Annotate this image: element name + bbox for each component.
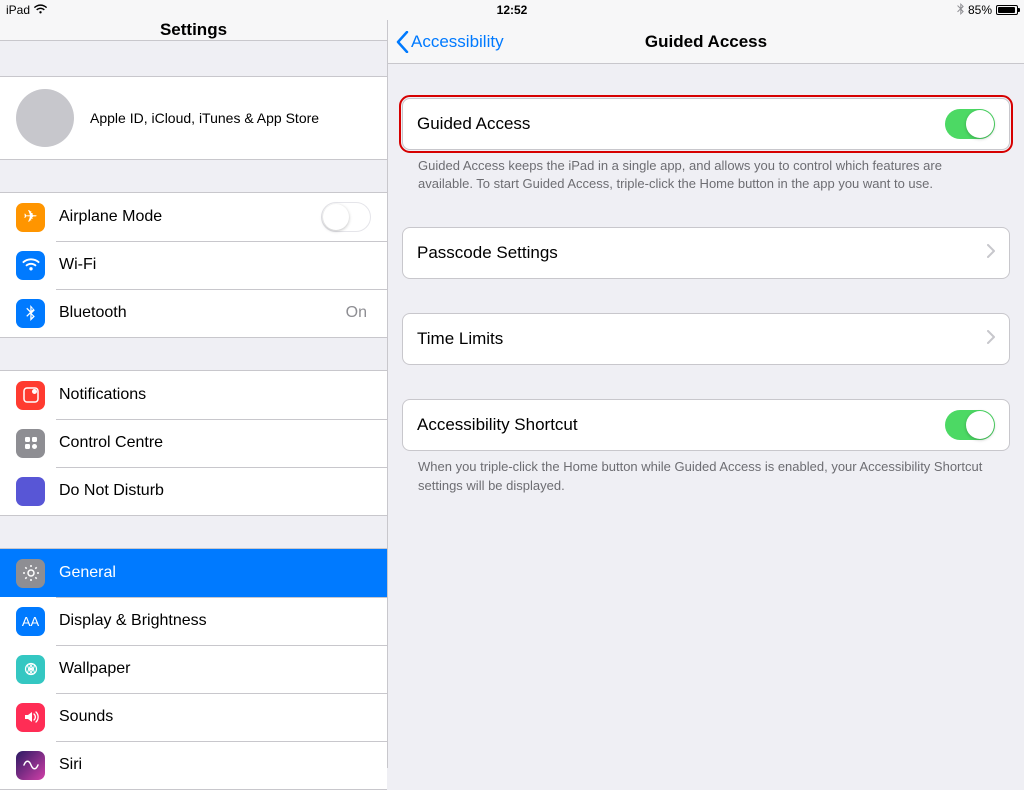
time-limits-label: Time Limits [417, 329, 987, 349]
wallpaper-icon [16, 655, 45, 684]
sidebar-title: Settings [0, 20, 387, 41]
display-icon: AA [16, 607, 45, 636]
guided-access-toggle[interactable] [945, 109, 995, 139]
sidebar-item-wallpaper[interactable]: Wallpaper [0, 645, 387, 693]
detail-pane: Accessibility Guided Access Guided Acces… [388, 20, 1024, 768]
page-title: Guided Access [645, 32, 767, 52]
guided-access-footer: Guided Access keeps the iPad in a single… [402, 150, 1010, 193]
device-label: iPad [6, 3, 30, 17]
sidebar-item-bluetooth[interactable]: Bluetooth On [0, 289, 387, 337]
airplane-label: Airplane Mode [59, 208, 321, 226]
avatar [16, 89, 74, 147]
profile-text: Apple ID, iCloud, iTunes & App Store [90, 110, 319, 126]
row-accessibility-shortcut[interactable]: Accessibility Shortcut [403, 400, 1009, 450]
sidebar-item-control-centre[interactable]: Control Centre [0, 419, 387, 467]
wifi-label: Wi-Fi [59, 256, 371, 274]
sidebar: Settings Apple ID, iCloud, iTunes & App … [0, 20, 388, 768]
passcode-group: Passcode Settings [402, 227, 1010, 279]
control-centre-icon [16, 429, 45, 458]
sidebar-item-sounds[interactable]: Sounds [0, 693, 387, 741]
row-passcode-settings[interactable]: Passcode Settings [403, 228, 1009, 278]
accessibility-shortcut-group: Accessibility Shortcut [402, 399, 1010, 451]
time-limits-group: Time Limits [402, 313, 1010, 365]
wifi-settings-icon [16, 251, 45, 280]
accessibility-shortcut-label: Accessibility Shortcut [417, 415, 945, 435]
sidebar-item-general[interactable]: General [0, 549, 387, 597]
sidebar-item-airplane-mode[interactable]: ✈︎ Airplane Mode [0, 193, 387, 241]
battery-icon [996, 5, 1018, 15]
row-guided-access[interactable]: Guided Access [403, 99, 1009, 149]
battery-pct: 85% [968, 3, 992, 17]
clock: 12:52 [497, 3, 528, 17]
bluetooth-icon [957, 3, 964, 18]
airplane-mode-toggle[interactable] [321, 202, 371, 232]
guided-access-group: Guided Access [402, 98, 1010, 150]
airplane-icon: ✈︎ [16, 203, 45, 232]
sidebar-item-notifications[interactable]: Notifications [0, 371, 387, 419]
moon-icon [16, 477, 45, 506]
accessibility-shortcut-footer: When you triple-click the Home button wh… [402, 451, 1010, 494]
guided-access-label: Guided Access [417, 114, 945, 134]
bluetooth-value: On [346, 304, 367, 322]
gear-icon [16, 559, 45, 588]
sidebar-group-connectivity: ✈︎ Airplane Mode Wi-Fi Bluetooth On [0, 192, 387, 338]
sounds-icon [16, 703, 45, 732]
sidebar-item-do-not-disturb[interactable]: Do Not Disturb [0, 467, 387, 515]
siri-icon [16, 751, 45, 780]
wifi-icon [34, 4, 47, 17]
dnd-label: Do Not Disturb [59, 482, 371, 500]
bluetooth-settings-icon [16, 299, 45, 328]
sidebar-item-display-brightness[interactable]: AA Display & Brightness [0, 597, 387, 645]
accessibility-shortcut-toggle[interactable] [945, 410, 995, 440]
status-bar: iPad 12:52 85% [0, 0, 1024, 20]
notifications-label: Notifications [59, 386, 371, 404]
sidebar-item-apple-id[interactable]: Apple ID, iCloud, iTunes & App Store [0, 76, 387, 160]
back-label: Accessibility [411, 32, 504, 52]
sounds-label: Sounds [59, 708, 371, 726]
control-centre-label: Control Centre [59, 434, 371, 452]
chevron-right-icon [987, 243, 995, 263]
detail-header: Accessibility Guided Access [388, 20, 1024, 64]
sidebar-item-wifi[interactable]: Wi-Fi [0, 241, 387, 289]
chevron-right-icon [987, 329, 995, 349]
sidebar-item-siri[interactable]: Siri [0, 741, 387, 789]
notifications-icon [16, 381, 45, 410]
sidebar-group-alerts: Notifications Control Centre Do Not Dist… [0, 370, 387, 516]
bluetooth-label: Bluetooth [59, 304, 346, 322]
row-time-limits[interactable]: Time Limits [403, 314, 1009, 364]
back-button[interactable]: Accessibility [396, 31, 504, 53]
wallpaper-label: Wallpaper [59, 660, 371, 678]
general-label: General [59, 564, 371, 582]
siri-label: Siri [59, 756, 371, 774]
chevron-left-icon [396, 31, 409, 53]
passcode-settings-label: Passcode Settings [417, 243, 987, 263]
display-label: Display & Brightness [59, 612, 371, 630]
sidebar-group-device: General AA Display & Brightness Wallpape… [0, 548, 387, 790]
